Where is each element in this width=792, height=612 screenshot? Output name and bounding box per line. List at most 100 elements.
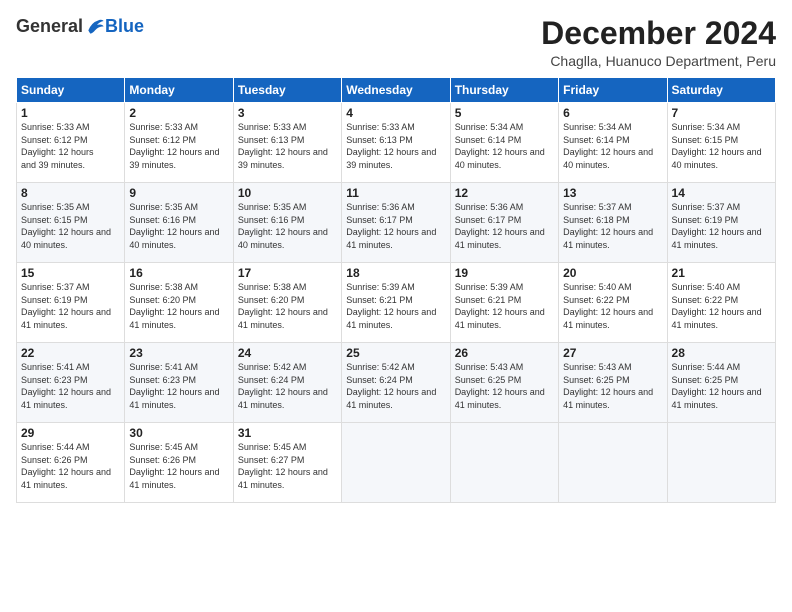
- table-row: 12Sunrise: 5:36 AM Sunset: 6:17 PM Dayli…: [450, 183, 558, 263]
- table-row: 2Sunrise: 5:33 AM Sunset: 6:12 PM Daylig…: [125, 103, 233, 183]
- calendar: Sunday Monday Tuesday Wednesday Thursday…: [16, 77, 776, 503]
- col-thursday: Thursday: [450, 78, 558, 103]
- table-row: 17Sunrise: 5:38 AM Sunset: 6:20 PM Dayli…: [233, 263, 341, 343]
- day-info: Sunrise: 5:37 AM Sunset: 6:19 PM Dayligh…: [672, 201, 771, 251]
- col-friday: Friday: [559, 78, 667, 103]
- table-row: 1Sunrise: 5:33 AM Sunset: 6:12 PM Daylig…: [17, 103, 125, 183]
- day-number: 2: [129, 106, 228, 120]
- day-number: 13: [563, 186, 662, 200]
- day-number: 20: [563, 266, 662, 280]
- day-info: Sunrise: 5:34 AM Sunset: 6:14 PM Dayligh…: [563, 121, 662, 171]
- day-number: 10: [238, 186, 337, 200]
- table-row: 31Sunrise: 5:45 AM Sunset: 6:27 PM Dayli…: [233, 423, 341, 503]
- title-block: December 2024 Chaglla, Huanuco Departmen…: [541, 16, 776, 69]
- day-info: Sunrise: 5:37 AM Sunset: 6:19 PM Dayligh…: [21, 281, 120, 331]
- calendar-week-row: 22Sunrise: 5:41 AM Sunset: 6:23 PM Dayli…: [17, 343, 776, 423]
- day-info: Sunrise: 5:35 AM Sunset: 6:16 PM Dayligh…: [129, 201, 228, 251]
- calendar-week-row: 8Sunrise: 5:35 AM Sunset: 6:15 PM Daylig…: [17, 183, 776, 263]
- page: General Blue December 2024 Chaglla, Huan…: [0, 0, 792, 612]
- day-info: Sunrise: 5:41 AM Sunset: 6:23 PM Dayligh…: [129, 361, 228, 411]
- table-row: [667, 423, 775, 503]
- day-info: Sunrise: 5:33 AM Sunset: 6:13 PM Dayligh…: [346, 121, 445, 171]
- day-info: Sunrise: 5:45 AM Sunset: 6:27 PM Dayligh…: [238, 441, 337, 491]
- day-info: Sunrise: 5:41 AM Sunset: 6:23 PM Dayligh…: [21, 361, 120, 411]
- day-number: 19: [455, 266, 554, 280]
- day-info: Sunrise: 5:37 AM Sunset: 6:18 PM Dayligh…: [563, 201, 662, 251]
- day-info: Sunrise: 5:43 AM Sunset: 6:25 PM Dayligh…: [455, 361, 554, 411]
- logo-general-text: General: [16, 16, 83, 37]
- table-row: 25Sunrise: 5:42 AM Sunset: 6:24 PM Dayli…: [342, 343, 450, 423]
- table-row: 8Sunrise: 5:35 AM Sunset: 6:15 PM Daylig…: [17, 183, 125, 263]
- day-number: 14: [672, 186, 771, 200]
- col-monday: Monday: [125, 78, 233, 103]
- calendar-week-row: 1Sunrise: 5:33 AM Sunset: 6:12 PM Daylig…: [17, 103, 776, 183]
- day-number: 30: [129, 426, 228, 440]
- day-number: 12: [455, 186, 554, 200]
- main-title: December 2024: [541, 16, 776, 51]
- day-info: Sunrise: 5:38 AM Sunset: 6:20 PM Dayligh…: [238, 281, 337, 331]
- table-row: 29Sunrise: 5:44 AM Sunset: 6:26 PM Dayli…: [17, 423, 125, 503]
- day-info: Sunrise: 5:39 AM Sunset: 6:21 PM Dayligh…: [455, 281, 554, 331]
- day-number: 23: [129, 346, 228, 360]
- day-number: 5: [455, 106, 554, 120]
- table-row: [450, 423, 558, 503]
- day-number: 6: [563, 106, 662, 120]
- col-sunday: Sunday: [17, 78, 125, 103]
- table-row: 7Sunrise: 5:34 AM Sunset: 6:15 PM Daylig…: [667, 103, 775, 183]
- table-row: 19Sunrise: 5:39 AM Sunset: 6:21 PM Dayli…: [450, 263, 558, 343]
- col-tuesday: Tuesday: [233, 78, 341, 103]
- table-row: 28Sunrise: 5:44 AM Sunset: 6:25 PM Dayli…: [667, 343, 775, 423]
- day-info: Sunrise: 5:42 AM Sunset: 6:24 PM Dayligh…: [346, 361, 445, 411]
- day-info: Sunrise: 5:40 AM Sunset: 6:22 PM Dayligh…: [672, 281, 771, 331]
- calendar-week-row: 29Sunrise: 5:44 AM Sunset: 6:26 PM Dayli…: [17, 423, 776, 503]
- table-row: 14Sunrise: 5:37 AM Sunset: 6:19 PM Dayli…: [667, 183, 775, 263]
- calendar-header-row: Sunday Monday Tuesday Wednesday Thursday…: [17, 78, 776, 103]
- day-info: Sunrise: 5:34 AM Sunset: 6:15 PM Dayligh…: [672, 121, 771, 171]
- day-number: 29: [21, 426, 120, 440]
- subtitle: Chaglla, Huanuco Department, Peru: [541, 53, 776, 69]
- table-row: 24Sunrise: 5:42 AM Sunset: 6:24 PM Dayli…: [233, 343, 341, 423]
- day-info: Sunrise: 5:36 AM Sunset: 6:17 PM Dayligh…: [455, 201, 554, 251]
- table-row: 5Sunrise: 5:34 AM Sunset: 6:14 PM Daylig…: [450, 103, 558, 183]
- day-number: 15: [21, 266, 120, 280]
- table-row: 15Sunrise: 5:37 AM Sunset: 6:19 PM Dayli…: [17, 263, 125, 343]
- day-info: Sunrise: 5:34 AM Sunset: 6:14 PM Dayligh…: [455, 121, 554, 171]
- logo: General Blue: [16, 16, 144, 37]
- day-number: 31: [238, 426, 337, 440]
- day-info: Sunrise: 5:35 AM Sunset: 6:16 PM Dayligh…: [238, 201, 337, 251]
- day-info: Sunrise: 5:33 AM Sunset: 6:12 PM Dayligh…: [129, 121, 228, 171]
- day-number: 28: [672, 346, 771, 360]
- day-info: Sunrise: 5:36 AM Sunset: 6:17 PM Dayligh…: [346, 201, 445, 251]
- day-number: 8: [21, 186, 120, 200]
- day-number: 1: [21, 106, 120, 120]
- table-row: 18Sunrise: 5:39 AM Sunset: 6:21 PM Dayli…: [342, 263, 450, 343]
- day-number: 16: [129, 266, 228, 280]
- day-info: Sunrise: 5:39 AM Sunset: 6:21 PM Dayligh…: [346, 281, 445, 331]
- table-row: 3Sunrise: 5:33 AM Sunset: 6:13 PM Daylig…: [233, 103, 341, 183]
- table-row: 21Sunrise: 5:40 AM Sunset: 6:22 PM Dayli…: [667, 263, 775, 343]
- day-number: 11: [346, 186, 445, 200]
- table-row: 4Sunrise: 5:33 AM Sunset: 6:13 PM Daylig…: [342, 103, 450, 183]
- day-number: 22: [21, 346, 120, 360]
- table-row: 13Sunrise: 5:37 AM Sunset: 6:18 PM Dayli…: [559, 183, 667, 263]
- day-number: 4: [346, 106, 445, 120]
- header: General Blue December 2024 Chaglla, Huan…: [16, 16, 776, 69]
- table-row: 11Sunrise: 5:36 AM Sunset: 6:17 PM Dayli…: [342, 183, 450, 263]
- col-saturday: Saturday: [667, 78, 775, 103]
- table-row: 9Sunrise: 5:35 AM Sunset: 6:16 PM Daylig…: [125, 183, 233, 263]
- table-row: 10Sunrise: 5:35 AM Sunset: 6:16 PM Dayli…: [233, 183, 341, 263]
- table-row: 30Sunrise: 5:45 AM Sunset: 6:26 PM Dayli…: [125, 423, 233, 503]
- table-row: [342, 423, 450, 503]
- col-wednesday: Wednesday: [342, 78, 450, 103]
- day-info: Sunrise: 5:44 AM Sunset: 6:26 PM Dayligh…: [21, 441, 120, 491]
- table-row: 16Sunrise: 5:38 AM Sunset: 6:20 PM Dayli…: [125, 263, 233, 343]
- day-number: 7: [672, 106, 771, 120]
- day-info: Sunrise: 5:38 AM Sunset: 6:20 PM Dayligh…: [129, 281, 228, 331]
- table-row: [559, 423, 667, 503]
- day-info: Sunrise: 5:33 AM Sunset: 6:12 PM Dayligh…: [21, 121, 120, 171]
- table-row: 26Sunrise: 5:43 AM Sunset: 6:25 PM Dayli…: [450, 343, 558, 423]
- day-info: Sunrise: 5:43 AM Sunset: 6:25 PM Dayligh…: [563, 361, 662, 411]
- table-row: 23Sunrise: 5:41 AM Sunset: 6:23 PM Dayli…: [125, 343, 233, 423]
- day-number: 9: [129, 186, 228, 200]
- day-info: Sunrise: 5:44 AM Sunset: 6:25 PM Dayligh…: [672, 361, 771, 411]
